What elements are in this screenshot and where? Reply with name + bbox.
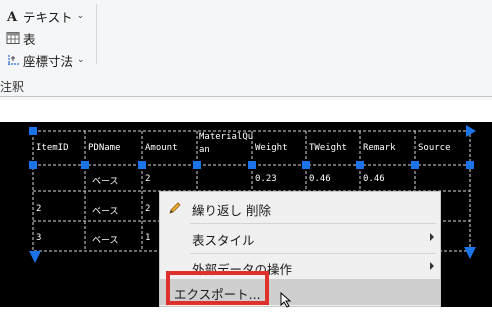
table-cell: 3 xyxy=(36,233,42,243)
menu-item-label: 表スタイル xyxy=(192,233,255,248)
header-cell: TWeight xyxy=(309,143,347,153)
table-cell: ベース xyxy=(92,236,119,246)
coordinate-dimension-button[interactable]: 座標寸法 ⌄ xyxy=(6,50,85,70)
table-cell: 0.46 xyxy=(363,174,385,184)
ribbon-separator xyxy=(96,4,97,64)
header-cell: Amount xyxy=(145,143,178,153)
table-grip xyxy=(138,161,146,169)
text-button[interactable]: A テキスト ⌄ xyxy=(6,6,84,26)
table-grip xyxy=(29,127,37,135)
menu-item-repeat-delete[interactable]: 繰り返し 削除 xyxy=(160,195,440,221)
header-cell: PDName xyxy=(88,143,121,153)
mouse-cursor-icon xyxy=(280,291,292,312)
table-height-arrow xyxy=(464,247,476,259)
export-highlight-box xyxy=(166,271,269,305)
ribbon-group-label: 注釈 xyxy=(0,80,25,94)
table-grip xyxy=(81,161,89,169)
table-button-label: 表 xyxy=(23,31,36,47)
submenu-arrow-icon xyxy=(430,262,434,270)
menu-separator xyxy=(190,223,436,224)
table-height-arrow xyxy=(29,251,41,263)
header-cell: Source xyxy=(418,143,451,153)
pencil-icon xyxy=(167,200,183,219)
table-cell: 0.46 xyxy=(309,174,331,184)
header-cell: ItemID xyxy=(36,143,69,153)
table-button[interactable]: 表 xyxy=(6,28,36,48)
table-cell: ベース xyxy=(92,207,119,217)
ribbon-bottom-rule xyxy=(0,96,492,97)
text-button-label: テキスト xyxy=(23,9,73,25)
table-grip xyxy=(466,161,474,169)
table-width-arrow xyxy=(466,125,476,137)
table-grip xyxy=(302,161,310,169)
table-grip xyxy=(356,161,364,169)
table-cell: 2 xyxy=(36,204,42,214)
submenu-arrow-icon xyxy=(430,233,434,241)
table-cell: 2 xyxy=(145,204,151,214)
table-grip xyxy=(193,161,201,169)
menu-item-table-style[interactable]: 表スタイル xyxy=(160,225,440,251)
chevron-down-icon: ⌄ xyxy=(76,11,85,21)
table-cell: 1 xyxy=(145,233,151,243)
table-cell: 0.23 xyxy=(255,174,277,184)
table-icon xyxy=(6,31,20,45)
coordinate-dimension-icon xyxy=(6,53,20,67)
text-icon: A xyxy=(6,9,20,25)
table-cell: ベース xyxy=(92,177,119,187)
chevron-down-icon: ⌄ xyxy=(77,55,85,65)
coordinate-dimension-label: 座標寸法 xyxy=(23,53,74,69)
svg-text:A: A xyxy=(6,10,18,23)
table-cell: 2 xyxy=(145,174,151,184)
ribbon-panel: A テキスト ⌄ 表 座標寸法 ⌄ 注釈 xyxy=(0,0,492,100)
menu-item-label: 繰り返し 削除 xyxy=(192,203,271,218)
header-cell: MaterialQu an xyxy=(199,132,254,155)
header-cell: Remark xyxy=(363,143,396,153)
header-cell: Weight xyxy=(255,143,288,153)
table-grip xyxy=(248,161,256,169)
table-grip xyxy=(411,161,419,169)
table-grip xyxy=(29,161,37,169)
